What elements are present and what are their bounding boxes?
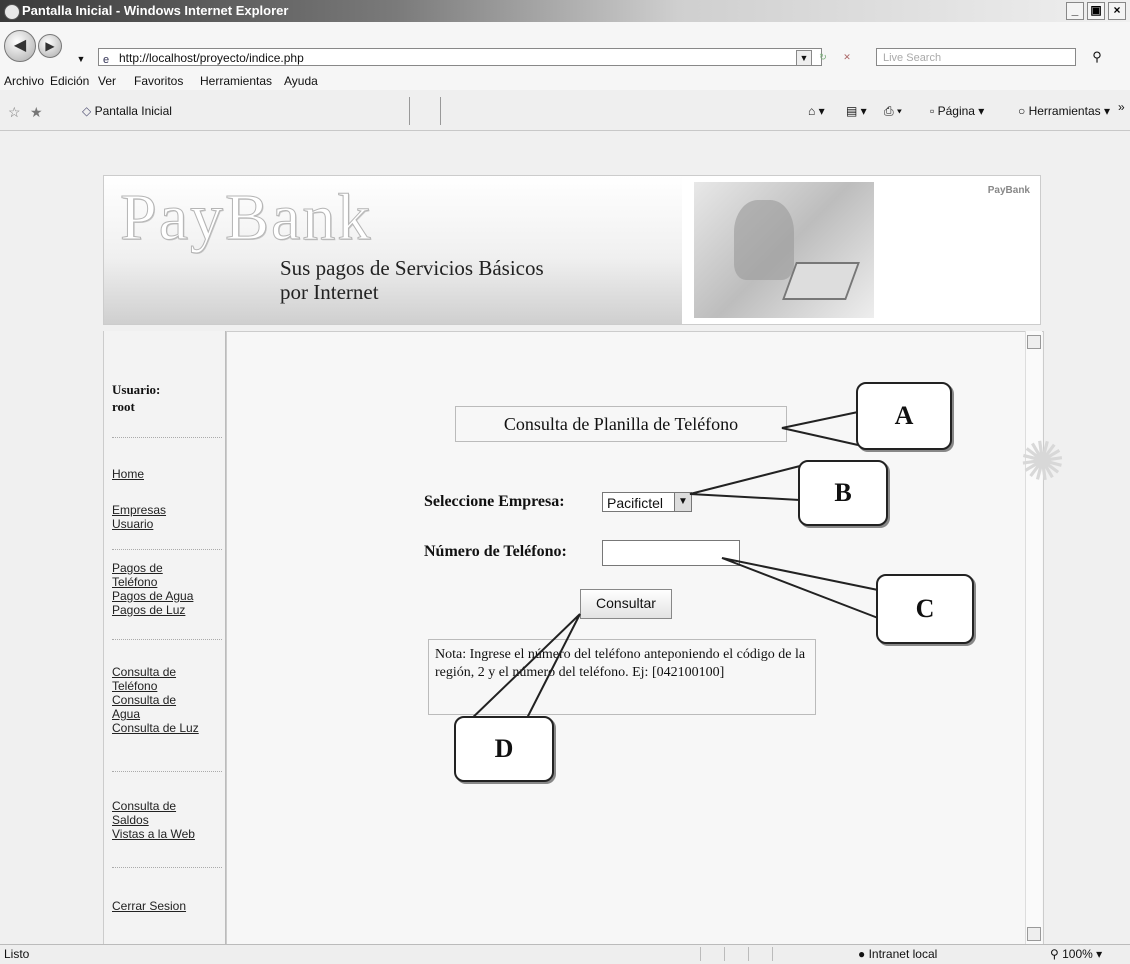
address-row: ◀ ▶ ▼ e http://localhost/proyecto/indice…	[0, 22, 1130, 72]
page-menu[interactable]: ▫ Página ▾	[930, 104, 984, 118]
sidebar-link-consulta-agua[interactable]: Consulta de Agua	[112, 693, 192, 721]
banner-photo	[694, 182, 874, 318]
zoom-control[interactable]: ⚲ 100% ▾	[1050, 945, 1102, 964]
sidebar-link-empresas[interactable]: Empresas	[112, 503, 224, 517]
empresa-selected-value: Pacifictel	[607, 495, 664, 511]
sidebar-link-cerrar-sesion[interactable]: Cerrar Sesion	[112, 899, 224, 913]
status-bar: Listo ● Intranet local ⚲ 100% ▾	[0, 944, 1130, 964]
watermark-stamp: ✺	[1016, 429, 1070, 495]
callout-a: A	[856, 382, 952, 450]
sidebar-link-pagos-agua[interactable]: Pagos de Agua	[112, 589, 224, 603]
tagline-line1: Sus pagos de Servicios Básicos	[280, 256, 544, 280]
zone-label: Intranet local	[868, 947, 938, 961]
title-bar: Pantalla Inicial - Windows Internet Expl…	[0, 0, 1130, 22]
user-info: Usuario: root	[112, 381, 160, 415]
menu-bar: Archivo Edición Ver Favoritos Herramient…	[0, 72, 1130, 90]
chevron-down-icon[interactable]: ▼	[674, 493, 691, 511]
stop-icon[interactable]: ✕	[840, 50, 854, 64]
menu-favoritos[interactable]: Favoritos	[134, 72, 183, 90]
telefono-label: Número de Teléfono:	[424, 543, 567, 560]
note-box: Nota: Ingrese el número del teléfono ant…	[428, 639, 816, 715]
scroll-up-button[interactable]	[1027, 335, 1041, 349]
sidebar-separator	[112, 549, 222, 550]
sidebar: Usuario: root Home Empresas Usuario Pago…	[103, 331, 226, 944]
add-favorite-icon[interactable]: ★	[30, 104, 43, 121]
search-input[interactable]: Live Search	[876, 48, 1076, 66]
sidebar-link-consulta-telefono[interactable]: Consulta de Teléfono	[112, 665, 192, 693]
url-text: http://localhost/proyecto/indice.php	[119, 51, 304, 65]
tools-menu-label: Herramientas	[1028, 104, 1101, 118]
favorites-bar: ☆ ★ ◇ Pantalla Inicial ⌂ ▾ ▤ ▾ ⎙ ▾ ▫ Pág…	[0, 90, 1130, 131]
restore-button[interactable]: ▣	[1087, 2, 1105, 20]
history-dropdown-icon[interactable]: ▼	[74, 52, 88, 66]
back-button[interactable]: ◀	[4, 30, 36, 62]
page-menu-label: Página	[937, 104, 975, 118]
user-label: Usuario:	[112, 382, 161, 397]
menu-herramientas[interactable]: Herramientas	[200, 72, 272, 90]
banner-blurb-title: PayBank	[987, 185, 1030, 196]
sidebar-link-usuario[interactable]: Usuario	[112, 517, 224, 531]
chevron-more-icon[interactable]: »	[1118, 100, 1125, 114]
sidebar-link-consulta-luz[interactable]: Consulta de Luz	[112, 721, 224, 735]
tab-label: Pantalla Inicial	[94, 104, 172, 118]
sidebar-separator	[112, 437, 222, 438]
close-button[interactable]: ×	[1108, 2, 1126, 20]
menu-archivo[interactable]: Archivo	[4, 72, 44, 90]
print-icon[interactable]: ⎙ ▾	[884, 104, 902, 119]
page-icon: e	[103, 54, 110, 66]
empresa-label: Seleccione Empresa:	[424, 493, 565, 510]
laptop-shape	[782, 262, 860, 300]
refresh-icon[interactable]: ↻	[816, 50, 830, 64]
forward-button[interactable]: ▶	[38, 34, 62, 58]
window-title: Pantalla Inicial - Windows Internet Expl…	[22, 3, 289, 18]
telefono-input[interactable]	[602, 540, 740, 566]
banner-blurb: PayBank	[794, 186, 1030, 196]
status-cell	[700, 947, 721, 961]
sidebar-link-consulta-saldos[interactable]: Consulta de Saldos	[112, 799, 192, 827]
security-zone[interactable]: ● Intranet local	[858, 945, 937, 964]
callout-b: B	[798, 460, 888, 526]
tools-menu[interactable]: ○ Herramientas ▾	[1018, 104, 1110, 118]
sidebar-link-vistas-web[interactable]: Vistas a la Web	[112, 827, 224, 841]
sidebar-link-pagos-luz[interactable]: Pagos de Luz	[112, 603, 224, 617]
sidebar-separator	[112, 771, 222, 772]
minimize-button[interactable]: _	[1066, 2, 1084, 20]
person-silhouette	[734, 200, 794, 280]
empresa-select[interactable]: Pacifictel ▼	[602, 492, 692, 512]
search-icon[interactable]: ⚲	[1090, 50, 1104, 64]
menu-edicion[interactable]: Edición	[50, 72, 89, 90]
banner-left: PayBank Sus pagos de Servicios Básicos p…	[104, 176, 682, 324]
address-bar[interactable]: e http://localhost/proyecto/indice.php	[98, 48, 822, 66]
user-name: root	[112, 399, 135, 414]
tab-pantalla-inicial[interactable]: ◇ Pantalla Inicial	[74, 97, 410, 125]
menu-ayuda[interactable]: Ayuda	[284, 72, 318, 90]
header-banner: PayBank Sus pagos de Servicios Básicos p…	[103, 175, 1041, 325]
tagline: Sus pagos de Servicios Básicos por Inter…	[280, 256, 544, 304]
tagline-line2: por Internet	[280, 280, 379, 304]
sidebar-link-home[interactable]: Home	[112, 467, 224, 481]
sidebar-link-pagos-telefono[interactable]: Pagos de Teléfono	[112, 561, 182, 589]
consultar-button[interactable]: Consultar	[580, 589, 672, 619]
status-cell	[772, 947, 793, 961]
form-title: Consulta de Planilla de Teléfono	[455, 406, 787, 442]
feeds-icon[interactable]: ▤ ▾	[846, 104, 867, 118]
home-icon[interactable]: ⌂ ▾	[808, 104, 825, 118]
favorites-star-icon[interactable]: ☆	[8, 104, 21, 121]
menu-ver[interactable]: Ver	[98, 72, 116, 90]
sidebar-separator	[112, 639, 222, 640]
scroll-down-button[interactable]	[1027, 927, 1041, 941]
status-text: Listo	[4, 947, 30, 961]
status-cell	[724, 947, 745, 961]
status-cell	[748, 947, 769, 961]
new-tab-button[interactable]	[410, 97, 441, 125]
ie-icon	[4, 4, 20, 20]
callout-c: C	[876, 574, 974, 644]
tab-page-icon: ◇	[82, 104, 95, 118]
zoom-level: 100%	[1062, 947, 1093, 961]
callout-d: D	[454, 716, 554, 782]
paybank-logo: PayBank	[119, 181, 373, 255]
address-dropdown-icon[interactable]: ▼	[796, 50, 812, 66]
content-scrollbar[interactable]	[1025, 331, 1042, 944]
sidebar-separator	[112, 867, 222, 868]
